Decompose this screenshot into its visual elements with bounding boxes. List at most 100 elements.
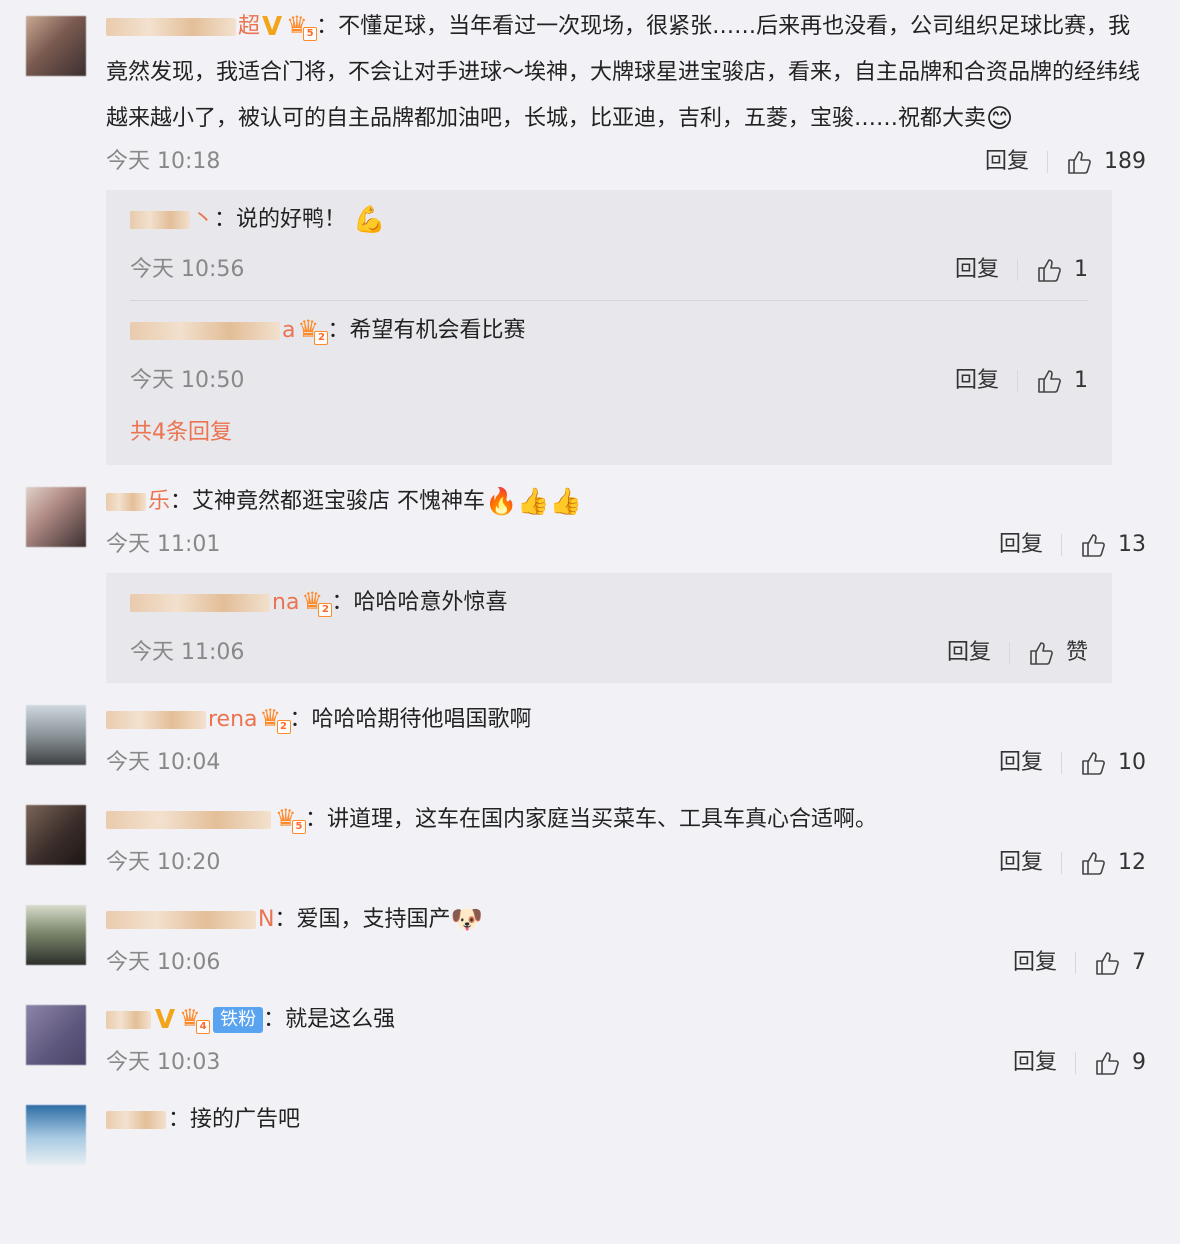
thumbs-up-icon[interactable] [1028, 640, 1054, 666]
comment-text: 讲道理，这车在国内家庭当买菜车、工具车真心合适啊。 [327, 807, 878, 832]
reply-button[interactable]: 回复 [955, 361, 999, 401]
thumbs-up-icon[interactable] [1080, 750, 1106, 776]
more-replies-link[interactable]: 共4条回复 [130, 401, 1088, 465]
thumbs-up-icon[interactable] [1094, 1050, 1120, 1076]
like-button-label[interactable]: 赞 [1066, 633, 1088, 673]
comment-body: rena ♛ 2 ：哈哈哈期待他唱国歌啊 [106, 697, 1146, 743]
timestamp: 今天 11:06 [130, 640, 245, 665]
comment-item: rena ♛ 2 ：哈哈哈期待他唱国歌啊 今天 10:04 回复 10 [0, 697, 1180, 783]
like-count: 12 [1118, 850, 1146, 875]
timestamp: 今天 10:06 [106, 950, 221, 975]
reply-meta: 今天 10:50 回复 1 [130, 361, 1088, 401]
thumbs-up-icon[interactable] [1094, 950, 1120, 976]
comment-item: ♛ 5 ：讲道理，这车在国内家庭当买菜车、工具车真心合适啊。 今天 10:20 回复… [0, 797, 1180, 883]
avatar[interactable] [26, 1105, 86, 1165]
reply-list: 丶：说的好鸭！ 💪 今天 10:56 回复 1 a ♛ 2 ：希望有机会看比赛 今天 … [106, 190, 1112, 465]
comment-meta: 今天 10:06 回复 7 [106, 943, 1146, 983]
reply-button[interactable]: 回复 [1013, 1043, 1057, 1083]
like-count: 13 [1118, 532, 1146, 557]
comment-body: 乐：艾神竟然都逛宝骏店 不愧神车🔥👍👍 [106, 479, 1146, 525]
username[interactable] [106, 1107, 168, 1132]
timestamp: 今天 10:04 [106, 750, 221, 775]
comment-item: N：爱国，支持国产🐶 今天 10:06 回复 7 [0, 897, 1180, 983]
reply-text: 哈哈哈意外惊喜 [353, 590, 508, 615]
fan-badge: 铁粉 [213, 1007, 264, 1033]
comment-body: ：接的广告吧 [106, 1097, 1146, 1143]
reply-body: a ♛ 2 ：希望有机会看比赛 [130, 301, 1088, 361]
username[interactable]: N [106, 907, 274, 932]
comment-text: 接的广告吧 [190, 1107, 301, 1132]
like-count: 10 [1118, 750, 1146, 775]
reply-list: na ♛ 2 ：哈哈哈意外惊喜 今天 11:06 回复 赞 [106, 573, 1112, 683]
timestamp: 今天 10:03 [106, 1050, 221, 1075]
crown-icon: ♛ 2 [297, 317, 329, 345]
crown-icon: ♛ 4 [179, 1006, 211, 1034]
crown-icon: ♛ 2 [260, 706, 291, 734]
v-badge-icon: V [155, 1005, 176, 1035]
like-count: 9 [1132, 1050, 1146, 1075]
comment-body: V ♛ 4 铁粉 ：就是这么强 [106, 997, 1146, 1043]
avatar[interactable] [26, 805, 86, 865]
crown-icon: ♛ 5 [275, 806, 306, 834]
doge-emoji: 🐶 [450, 905, 483, 935]
username[interactable]: rena [106, 707, 258, 732]
avatar[interactable] [26, 1005, 86, 1065]
reply-button[interactable]: 回复 [999, 743, 1043, 783]
reply-button[interactable]: 回复 [947, 633, 991, 673]
thumbs-up-icon[interactable] [1080, 532, 1106, 558]
reply-meta: 今天 10:56 回复 1 [130, 250, 1088, 290]
thumbs-up-icon[interactable] [1036, 368, 1062, 394]
thumbs-up-icon[interactable] [1036, 257, 1062, 283]
like-count: 7 [1132, 950, 1146, 975]
timestamp: 今天 10:56 [130, 257, 245, 282]
thumbs-up-icon[interactable] [1066, 149, 1092, 175]
username[interactable]: 超 [106, 14, 260, 39]
comment-body: 超V ♛ 5 ：不懂足球，当年看过一次现场，很紧张……后来再也没看，公司组织足球比赛，… [106, 11, 1141, 134]
reply-text: 说的好鸭！ [236, 207, 347, 232]
username[interactable] [106, 807, 273, 832]
reply-button[interactable]: 回复 [999, 843, 1043, 883]
comment-item: 超V ♛ 5 ：不懂足球，当年看过一次现场，很紧张……后来再也没看，公司组织足球比赛，… [0, 4, 1180, 465]
avatar[interactable] [26, 905, 86, 965]
username[interactable]: a [130, 318, 295, 343]
reply-button[interactable]: 回复 [955, 250, 999, 290]
crown-icon: ♛ 5 [286, 13, 318, 41]
reply-meta: 今天 11:06 回复 赞 [130, 633, 1088, 673]
smile-emoji: 😊 [986, 104, 1014, 134]
reply-button[interactable]: 回复 [1013, 943, 1057, 983]
comment-meta: 今天 10:18 回复 189 [106, 142, 1146, 182]
username[interactable] [106, 1007, 153, 1032]
v-badge-icon: V [262, 12, 283, 42]
avatar[interactable] [26, 16, 86, 76]
comment-item: V ♛ 4 铁粉 ：就是这么强 今天 10:03 回复 9 [0, 997, 1180, 1083]
comment-text: 爱国，支持国产 [296, 907, 451, 932]
thumbs-up-emoji: 👍👍 [517, 487, 583, 517]
comment-meta: 今天 11:01 回复 13 [106, 525, 1146, 565]
comment-text: 艾神竟然都逛宝骏店 不愧神车 [192, 489, 486, 514]
thumbs-up-icon[interactable] [1080, 850, 1106, 876]
username[interactable]: na [130, 590, 299, 615]
comment-body: N：爱国，支持国产🐶 [106, 897, 1146, 943]
comment-body: ♛ 5 ：讲道理，这车在国内家庭当买菜车、工具车真心合适啊。 [106, 797, 1146, 843]
like-count: 1 [1074, 257, 1088, 282]
avatar[interactable] [26, 487, 86, 547]
timestamp: 今天 10:20 [106, 850, 221, 875]
comment-item: 乐：艾神竟然都逛宝骏店 不愧神车🔥👍👍 今天 11:01 回复 13 na ♛ 2：… [0, 479, 1180, 683]
username[interactable]: 丶 [130, 207, 214, 232]
reply-button[interactable]: 回复 [985, 142, 1029, 182]
comment-item: ：接的广告吧 [0, 1097, 1180, 1165]
like-count: 189 [1104, 149, 1146, 174]
reply-body: 丶：说的好鸭！ 💪 [130, 190, 1088, 250]
comment-meta: 今天 10:04 回复 10 [106, 743, 1146, 783]
timestamp: 今天 10:18 [106, 149, 221, 174]
avatar[interactable] [26, 705, 86, 765]
fire-emoji: 🔥 [485, 487, 518, 517]
comment-text: 就是这么强 [285, 1007, 396, 1032]
comment-meta: 今天 10:03 回复 9 [106, 1043, 1146, 1083]
reply-text: 希望有机会看比赛 [349, 318, 526, 343]
comment-text: 哈哈哈期待他唱国歌啊 [311, 707, 532, 732]
like-count: 1 [1074, 368, 1088, 393]
username[interactable]: 乐 [106, 489, 170, 514]
reply-button[interactable]: 回复 [999, 525, 1043, 565]
timestamp: 今天 11:01 [106, 532, 221, 557]
